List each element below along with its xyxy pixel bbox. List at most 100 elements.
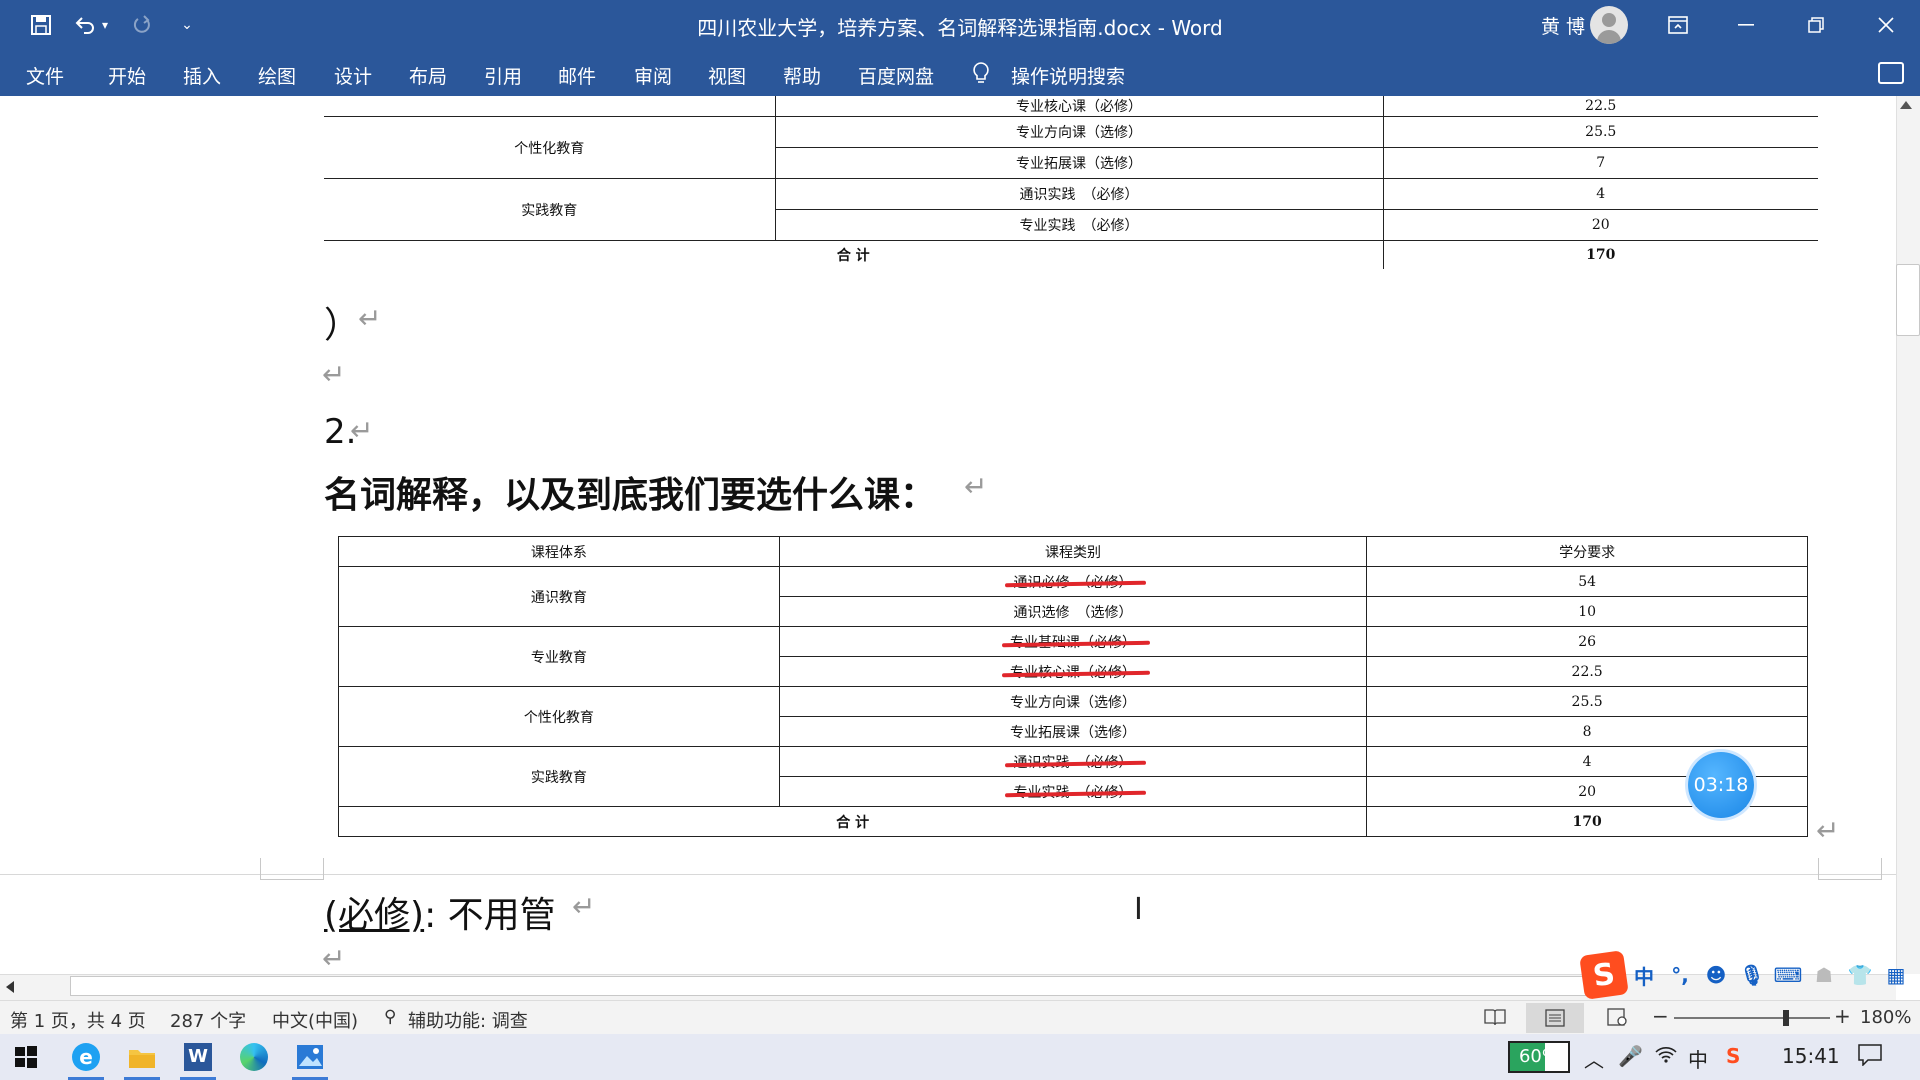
table-cell: 通识实践 （必修） (774, 178, 1383, 210)
table-total-label: 合 计 (324, 240, 1383, 269)
table-cell: 专业核心课（必修） (778, 656, 1368, 687)
zoom-level[interactable]: 180% (1860, 1007, 1911, 1028)
table-cell: 专业核心课（必修） (774, 96, 1383, 117)
accessibility-status[interactable]: 辅助功能: 调查 (408, 1007, 528, 1033)
skin-icon[interactable]: 👕 (1842, 963, 1878, 987)
tab-help[interactable]: 帮助 (783, 62, 821, 89)
ime-mode[interactable]: 中 (1626, 961, 1662, 990)
windows-start-icon[interactable] (4, 1039, 48, 1075)
read-mode-icon[interactable] (1484, 1008, 1506, 1031)
emoji-icon[interactable]: ☻ (1698, 963, 1734, 987)
table-cell: 20 (1382, 209, 1818, 241)
table-cell (324, 96, 775, 117)
vertical-scrollbar[interactable] (1896, 96, 1920, 974)
status-bar: 第 1 页，共 4 页 287 个字 中文(中国) ⚲ 辅助功能: 调查 − +… (0, 1000, 1920, 1034)
input-language[interactable]: 中 (1688, 1044, 1708, 1073)
tab-insert[interactable]: 插入 (183, 62, 221, 89)
language[interactable]: 中文(中国) (272, 1007, 358, 1033)
paragraph-mark-icon: ↵ (1816, 814, 1840, 847)
avatar[interactable] (1590, 6, 1628, 44)
document-canvas[interactable]: 专业核心课（必修） 22.5 个性化教育 专业方向课（选修） 25.5 专业拓展… (0, 96, 1896, 974)
tab-baidu-netdisk[interactable]: 百度网盘 (858, 62, 934, 89)
paragraph-mark-icon: ↵ (358, 302, 382, 335)
recording-timer[interactable]: 03:18 (1688, 752, 1754, 818)
comments-icon[interactable] (1878, 62, 1904, 84)
table-cell: 8 (1366, 716, 1808, 747)
table-group-cell: 个性化教育 (338, 686, 780, 747)
toolbox-icon[interactable]: ▦ (1878, 963, 1914, 987)
clock[interactable]: 15:41 (1782, 1044, 1840, 1068)
print-layout-button[interactable] (1526, 1003, 1584, 1033)
scroll-left-icon[interactable] (6, 981, 14, 993)
table-cell: 专业方向课（选修） (774, 116, 1383, 148)
tab-view[interactable]: 视图 (708, 62, 746, 89)
tab-file[interactable]: 文件 (26, 62, 64, 89)
scroll-up-icon[interactable] (1900, 101, 1912, 109)
table-cell: 通识实践 （必修） (778, 746, 1368, 777)
accessibility-icon: ⚲ (384, 1007, 397, 1027)
punctuation-icon[interactable]: °, (1662, 963, 1698, 987)
keyboard-icon[interactable]: ⌨ (1770, 963, 1806, 987)
struck-category: 通识实践 （必修） (1013, 752, 1132, 772)
file-explorer-icon[interactable] (120, 1039, 164, 1080)
tab-references[interactable]: 引用 (484, 62, 522, 89)
table-header: 课程类别 (778, 536, 1368, 567)
ie-browser-icon[interactable]: e (64, 1039, 108, 1080)
struck-category: 专业核心课（必修） (1010, 662, 1136, 682)
table-cell: 专业拓展课（选修） (778, 716, 1368, 747)
page-count[interactable]: 第 1 页，共 4 页 (10, 1007, 146, 1033)
struck-category: 通识必修 （必修） (1013, 572, 1132, 592)
battery-indicator[interactable]: 60% (1508, 1041, 1570, 1073)
wifi-icon[interactable] (1654, 1044, 1678, 1069)
table-cell: 22.5 (1382, 96, 1818, 117)
title-bar: ▾ ⌄ 四川农业大学，培养方案、名词解释选课指南.docx - Word 黄 博 (0, 0, 1920, 50)
close-button[interactable] (1852, 0, 1920, 50)
tab-draw[interactable]: 绘图 (258, 62, 296, 89)
body-text: (必修): 不用管 (324, 886, 556, 938)
struck-category: 专业实践 （必修） (1013, 782, 1132, 802)
page-corner-mark (260, 858, 324, 880)
credit-table-top: 专业核心课（必修） 22.5 个性化教育 专业方向课（选修） 25.5 专业拓展… (324, 96, 1818, 269)
zoom-out-icon[interactable]: − (1652, 1004, 1669, 1028)
sogou-tray-icon[interactable]: S (1726, 1044, 1740, 1068)
lightbulb-icon[interactable] (972, 61, 990, 85)
zoom-slider-thumb[interactable] (1783, 1010, 1790, 1026)
vertical-scroll-thumb[interactable] (1896, 264, 1920, 336)
sogou-logo-icon[interactable]: S (1579, 950, 1629, 1000)
underlined-term: (必修) (324, 895, 425, 936)
minimize-button[interactable] (1712, 0, 1780, 50)
notification-center-icon[interactable] (1858, 1044, 1882, 1071)
table-total-value: 170 (1366, 806, 1808, 837)
ime-toolbar: S 中 °, ☻ 🎙 ⌨ ☗ 👕 ▦ (1579, 950, 1920, 1000)
tab-layout[interactable]: 布局 (409, 62, 447, 89)
table-group-cell: 通识教育 (338, 566, 780, 627)
restore-button[interactable] (1782, 0, 1850, 50)
body-text-rest: : 不用管 (424, 895, 556, 936)
tab-home[interactable]: 开始 (108, 62, 146, 89)
photos-app-icon[interactable] (288, 1039, 332, 1080)
web-layout-icon[interactable] (1606, 1008, 1628, 1031)
zoom-in-icon[interactable]: + (1834, 1004, 1851, 1028)
ribbon-display-options-icon[interactable] (1644, 0, 1712, 50)
tab-design[interactable]: 设计 (334, 62, 372, 89)
word-app-icon[interactable]: W (176, 1039, 220, 1080)
table-total-value: 170 (1382, 240, 1818, 269)
microphone-tray-icon[interactable]: 🎤 (1618, 1044, 1643, 1068)
tell-me-search[interactable]: 操作说明搜索 (1011, 62, 1125, 89)
word-count[interactable]: 287 个字 (170, 1007, 246, 1033)
table-cell: 专业实践 （必修） (778, 776, 1368, 807)
table-header: 课程体系 (338, 536, 780, 567)
ribbon-tabs: 文件 开始 插入 绘图 设计 布局 引用 邮件 审阅 视图 帮助 百度网盘 操作… (0, 50, 1920, 96)
horizontal-scroll-thumb[interactable] (70, 976, 1590, 996)
table-cell: 10 (1366, 596, 1808, 627)
table-cell: 专业基础课（必修） (778, 626, 1368, 657)
paragraph-mark-icon: ↵ (322, 358, 346, 391)
show-hidden-icons-icon[interactable]: ︿ (1584, 1044, 1604, 1073)
zoom-slider[interactable] (1674, 1010, 1830, 1026)
tab-review[interactable]: 审阅 (634, 62, 672, 89)
edge-browser-icon[interactable] (232, 1039, 276, 1075)
microphone-icon[interactable]: 🎙 (1734, 963, 1770, 987)
account-icon[interactable]: ☗ (1806, 963, 1842, 987)
user-name[interactable]: 黄 博 (1541, 12, 1585, 39)
tab-mailings[interactable]: 邮件 (558, 62, 596, 89)
